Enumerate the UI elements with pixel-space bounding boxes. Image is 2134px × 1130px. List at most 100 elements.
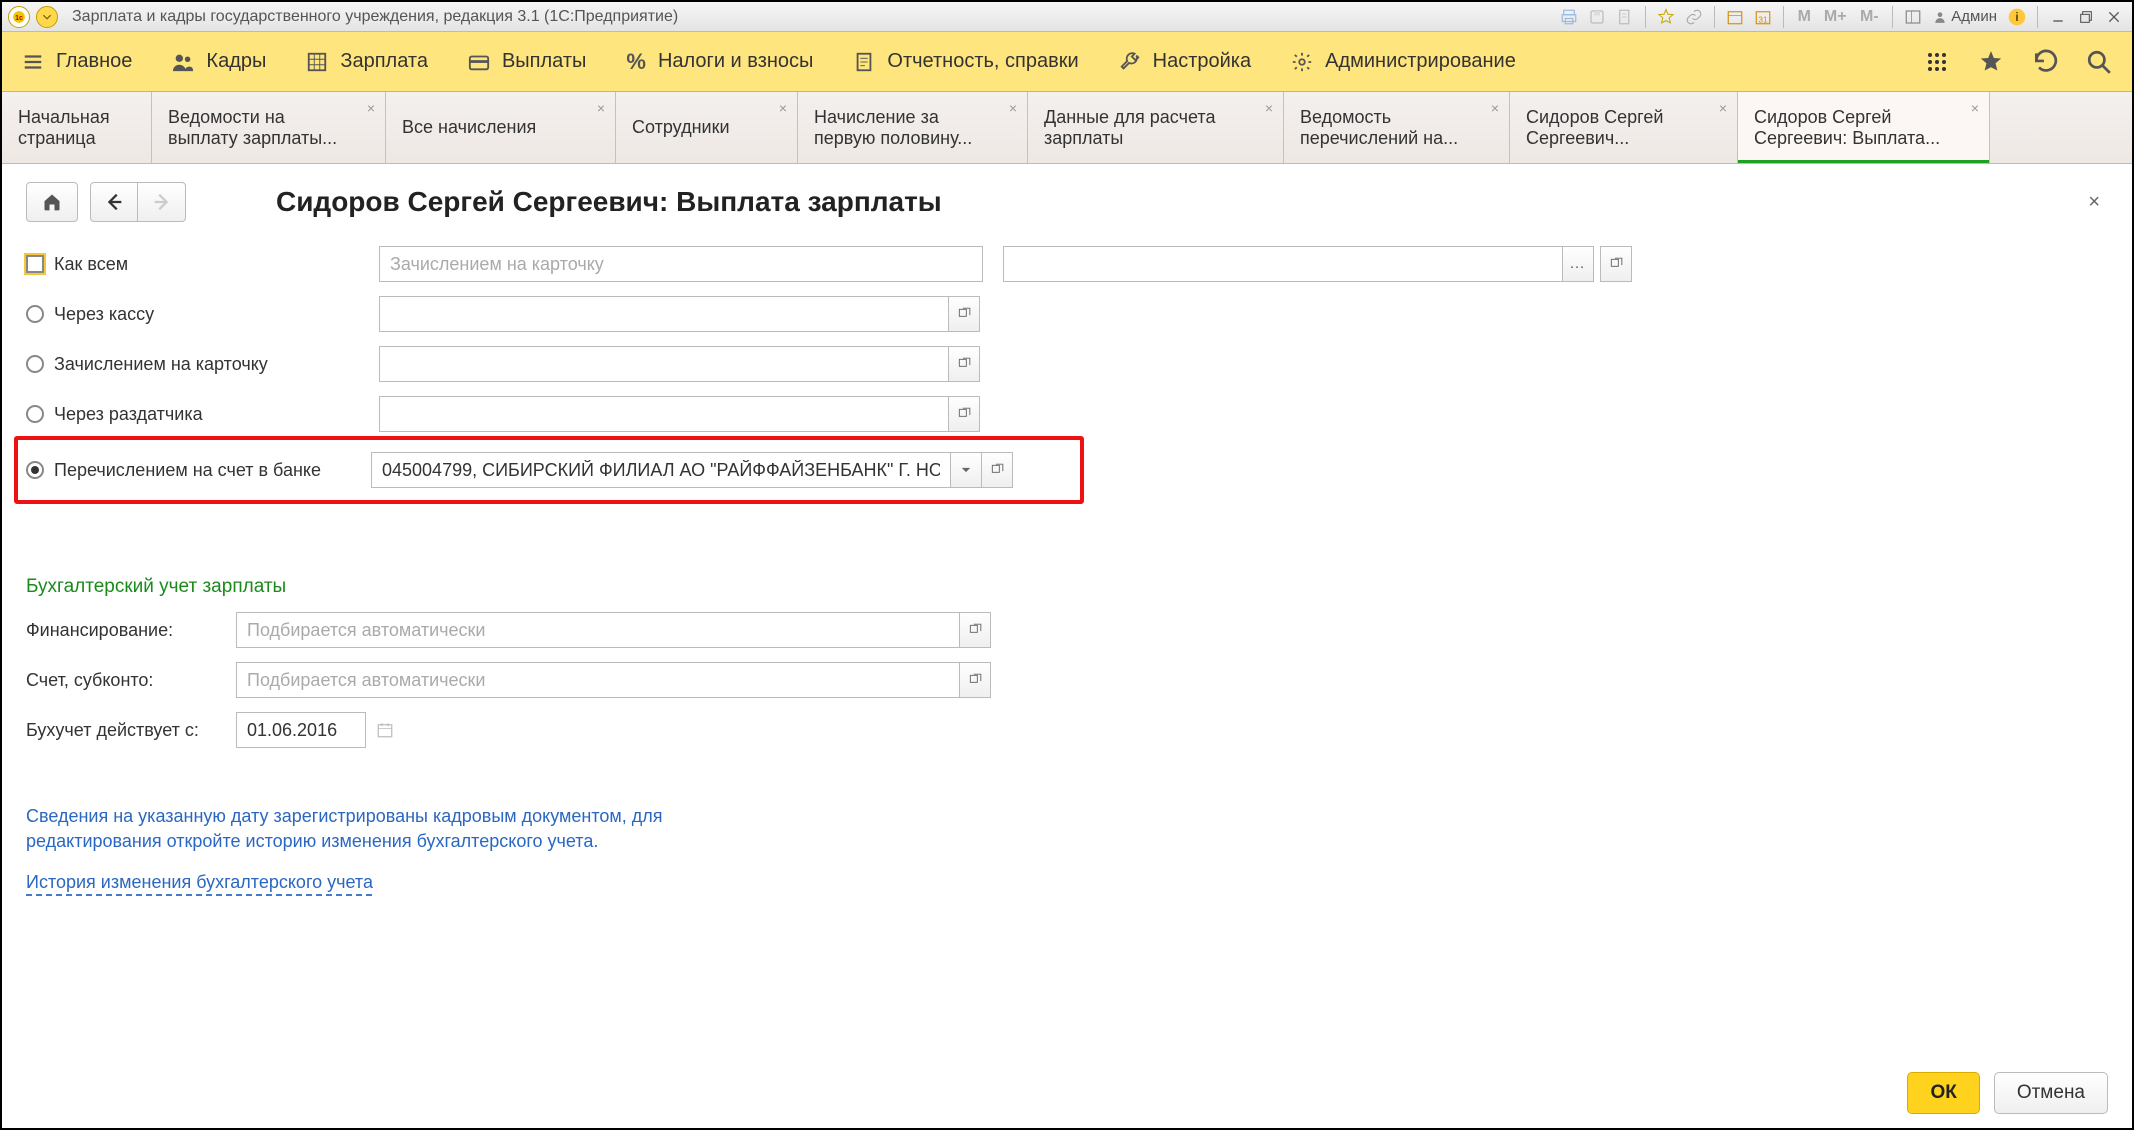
cash-open[interactable] <box>948 296 980 332</box>
highlight-bank-transfer: Перечислением на счет в банке <box>14 436 1084 504</box>
radio-bank[interactable] <box>26 461 44 479</box>
distributor-open[interactable] <box>948 396 980 432</box>
tab-close-icon[interactable]: × <box>1265 100 1273 116</box>
financing-open[interactable] <box>959 612 991 648</box>
tab-home[interactable]: Начальная страница <box>2 92 152 163</box>
toolbar-cal2-icon[interactable]: 31 <box>1751 5 1775 29</box>
apps-grid-button[interactable] <box>1924 49 1950 75</box>
favorites-star-button[interactable] <box>1978 49 2004 75</box>
radio-as-all-label: Как всем <box>54 254 379 275</box>
radio-bank-label: Перечислением на счет в банке <box>54 460 371 481</box>
main-menu: Главное Кадры Зарплата Выплаты % Налоги … <box>2 32 2132 92</box>
financing-input[interactable] <box>236 612 960 648</box>
svg-text:31: 31 <box>1759 15 1769 24</box>
svg-text:i: i <box>2015 11 2018 24</box>
radio-distributor-label: Через раздатчика <box>54 404 379 425</box>
radio-as-all[interactable] <box>26 255 44 273</box>
radio-card[interactable] <box>26 355 44 373</box>
menu-settings-label: Настройка <box>1153 50 1251 73</box>
toolbar-panel-icon[interactable] <box>1901 5 1925 29</box>
toolbar-save-icon[interactable] <box>1585 5 1609 29</box>
card-open[interactable] <box>948 346 980 382</box>
cancel-button[interactable]: Отмена <box>1994 1072 2108 1114</box>
menu-salary[interactable]: Зарплата <box>306 50 428 73</box>
current-user[interactable]: Админ <box>1929 8 2001 25</box>
tab-transfer-stmt[interactable]: Ведомость перечислений на... × <box>1284 92 1510 163</box>
tab-close-icon[interactable]: × <box>597 100 605 116</box>
distributor-input[interactable] <box>379 396 949 432</box>
radio-distributor[interactable] <box>26 405 44 423</box>
menu-taxes-label: Налоги и взносы <box>658 50 813 73</box>
tab-sidorov1[interactable]: Сидоров Сергей Сергеевич... × <box>1510 92 1738 163</box>
menu-payments-label: Выплаты <box>502 50 586 73</box>
nav-back-button[interactable] <box>90 182 138 222</box>
window-minimize[interactable] <box>2046 5 2070 29</box>
card-input[interactable] <box>379 346 949 382</box>
info-text: Сведения на указанную дату зарегистриров… <box>26 804 786 854</box>
ok-button[interactable]: ОК <box>1907 1072 1979 1114</box>
tab-first-half[interactable]: Начисление за первую половину... × <box>798 92 1028 163</box>
current-user-name: Админ <box>1951 8 1997 25</box>
nav-home-button[interactable] <box>26 182 78 222</box>
bank-open[interactable] <box>981 452 1013 488</box>
app-menu-dropdown[interactable] <box>36 6 58 28</box>
page-title: Сидоров Сергей Сергеевич: Выплата зарпла… <box>276 186 942 218</box>
memory-mplus-label: М+ <box>1820 5 1850 29</box>
toolbar-link-icon[interactable] <box>1682 5 1706 29</box>
tab-accruals[interactable]: Все начисления × <box>386 92 616 163</box>
menu-payments[interactable]: Выплаты <box>468 50 586 73</box>
tab-close-icon[interactable]: × <box>1009 100 1017 116</box>
menu-admin-label: Администрирование <box>1325 50 1516 73</box>
tab-close-icon[interactable]: × <box>1971 100 1979 116</box>
svg-text:1c: 1c <box>15 14 23 21</box>
window-restore[interactable] <box>2074 5 2098 29</box>
as-all-extra-select[interactable]: … <box>1562 246 1594 282</box>
memory-m-label: М <box>1792 5 1816 29</box>
tab-sidorov-payment[interactable]: Сидоров Сергей Сергеевич: Выплата... × <box>1738 92 1990 163</box>
as-all-extra-input[interactable] <box>1003 246 1563 282</box>
page-close-button[interactable]: × <box>2080 191 2108 214</box>
accounting-section-title: Бухгалтерский учет зарплаты <box>26 576 2108 598</box>
nav-forward-button[interactable] <box>138 182 186 222</box>
toolbar-print-icon[interactable] <box>1557 5 1581 29</box>
menu-taxes[interactable]: % Налоги и взносы <box>626 49 813 75</box>
bank-dropdown[interactable] <box>950 452 982 488</box>
account-input[interactable] <box>236 662 960 698</box>
radio-cash-label: Через кассу <box>54 304 379 325</box>
search-button[interactable] <box>2086 49 2112 75</box>
account-open[interactable] <box>959 662 991 698</box>
toolbar-cal1-icon[interactable] <box>1723 5 1747 29</box>
tab-close-icon[interactable]: × <box>1719 100 1727 116</box>
toolbar-info-icon[interactable]: i <box>2005 5 2029 29</box>
tab-employees[interactable]: Сотрудники × <box>616 92 798 163</box>
effective-date-input[interactable] <box>236 712 366 748</box>
history-button[interactable] <box>2032 49 2058 75</box>
history-link[interactable]: История изменения бухгалтерского учета <box>26 872 373 893</box>
toolbar-favorite-icon[interactable] <box>1654 5 1678 29</box>
tab-statements[interactable]: Ведомости на выплату зарплаты... × <box>152 92 386 163</box>
menu-reports[interactable]: Отчетность, справки <box>853 50 1078 73</box>
menu-reports-label: Отчетность, справки <box>887 50 1078 73</box>
menu-settings[interactable]: Настройка <box>1119 50 1251 73</box>
tab-close-icon[interactable]: × <box>779 100 787 116</box>
menu-personnel[interactable]: Кадры <box>172 50 266 73</box>
financing-label: Финансирование: <box>26 620 236 641</box>
calendar-icon[interactable] <box>376 721 394 739</box>
page-body: Сидоров Сергей Сергеевич: Выплата зарпла… <box>4 166 2130 1126</box>
bank-account-input[interactable] <box>371 452 951 488</box>
window-close[interactable] <box>2102 5 2126 29</box>
radio-card-label: Зачислением на карточку <box>54 354 379 375</box>
window-title: Зарплата и кадры государственного учрежд… <box>72 8 678 26</box>
menu-main[interactable]: Главное <box>22 50 132 73</box>
cash-input[interactable] <box>379 296 949 332</box>
toolbar-doc-icon[interactable] <box>1613 5 1637 29</box>
account-label: Счет, субконто: <box>26 670 236 691</box>
tab-close-icon[interactable]: × <box>1491 100 1499 116</box>
menu-admin[interactable]: Администрирование <box>1291 50 1516 73</box>
as-all-method-input[interactable] <box>379 246 983 282</box>
as-all-extra-open[interactable] <box>1600 246 1632 282</box>
tab-salary-data[interactable]: Данные для расчета зарплаты × <box>1028 92 1284 163</box>
menu-salary-label: Зарплата <box>340 50 428 73</box>
radio-cash[interactable] <box>26 305 44 323</box>
tab-close-icon[interactable]: × <box>367 100 375 116</box>
